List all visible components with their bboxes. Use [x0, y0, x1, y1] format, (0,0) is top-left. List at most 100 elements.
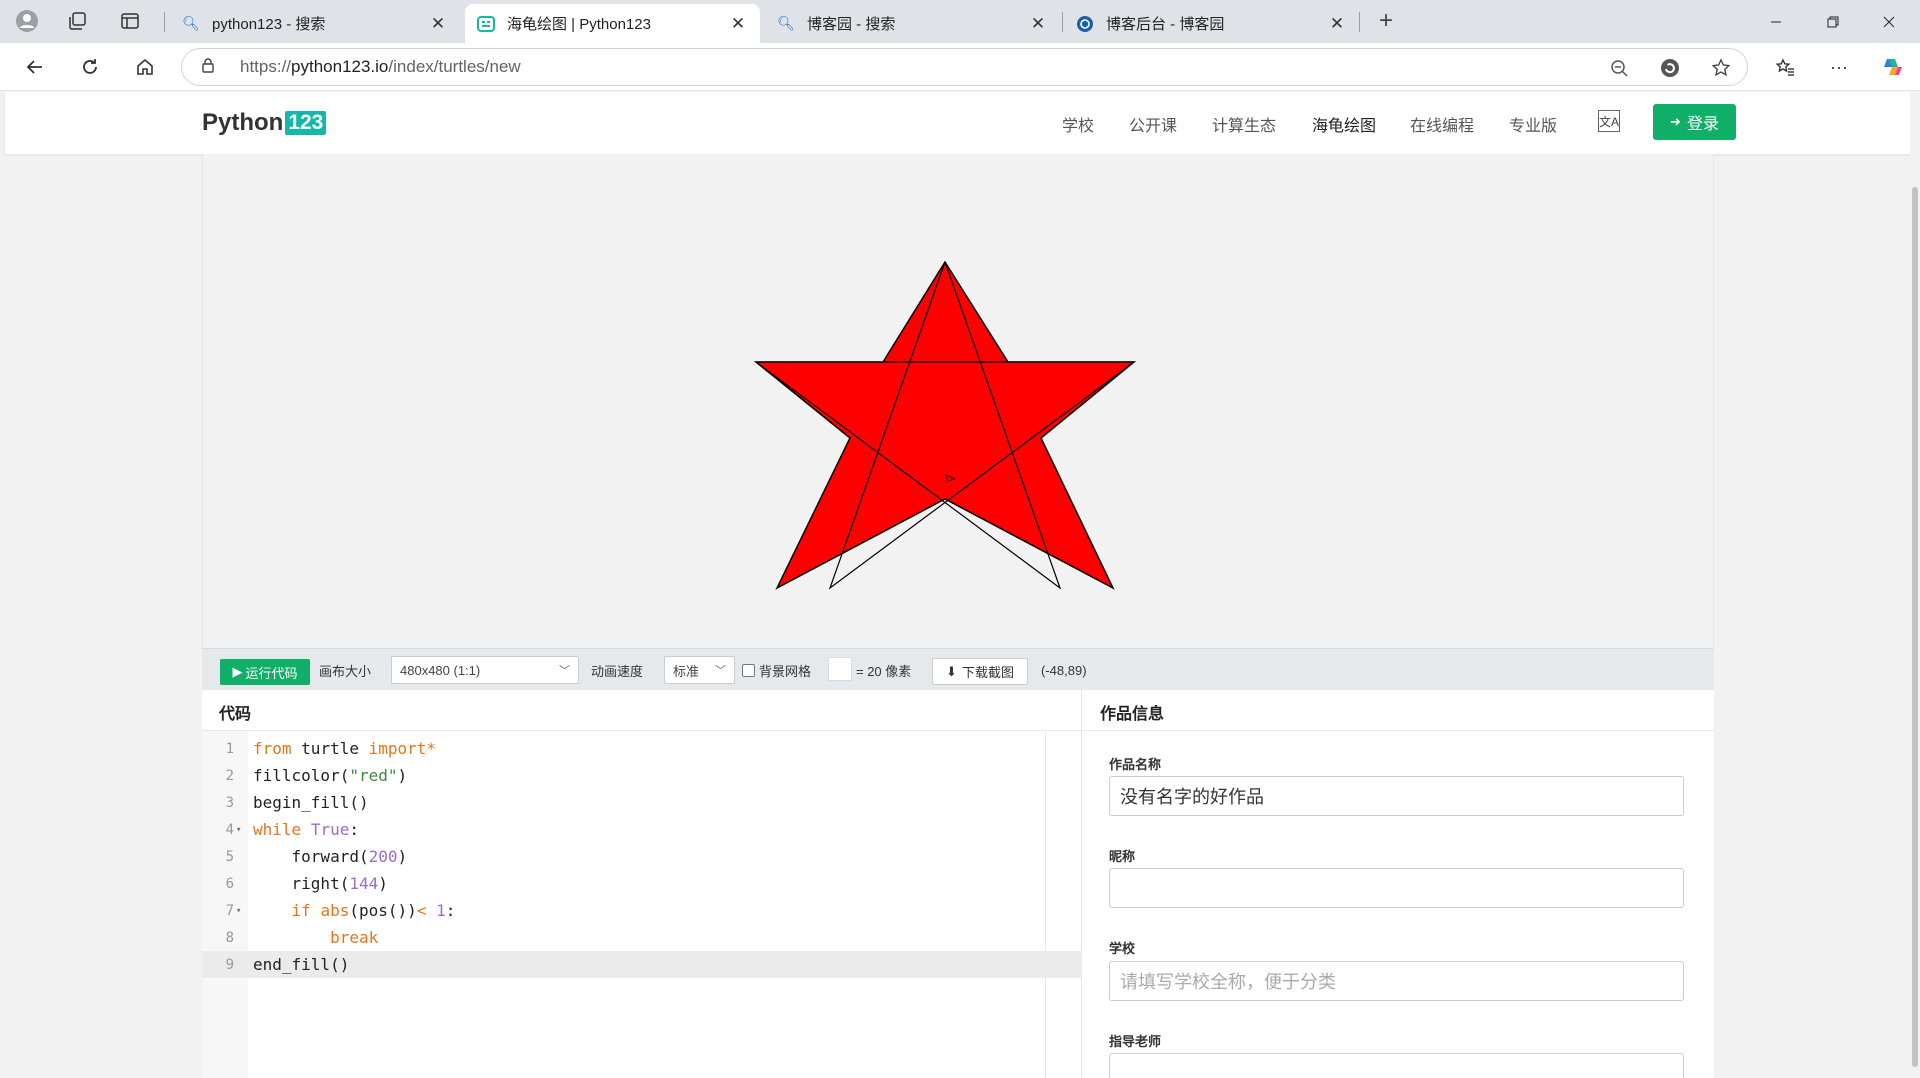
- lock-icon[interactable]: [188, 57, 228, 77]
- work-info-panel: 作品信息 作品名称 没有名字的好作品 昵称 学校 请填写学校全称，便于分类 指导…: [1082, 690, 1714, 1078]
- fold-toggle-icon[interactable]: ▾: [236, 825, 241, 835]
- code-line[interactable]: 8 break: [202, 924, 1082, 951]
- language-icon[interactable]: 文A: [1598, 110, 1620, 132]
- nav-school[interactable]: 学校: [1062, 112, 1094, 136]
- turtle-drawing-svg: [753, 260, 1137, 590]
- nav-turtle-drawing[interactable]: 海龟绘图: [1312, 112, 1376, 136]
- login-button[interactable]: ➜ 登录: [1653, 104, 1736, 140]
- line-number: 9: [225, 956, 234, 973]
- line-number: 8: [225, 929, 234, 946]
- page-viewport: Python 123 学校 公开课 计算生态 海龟绘图 在线编程 专业版 文A ➜…: [0, 92, 1920, 1078]
- tab-cnblogs-search[interactable]: 🔍︎ 博客园 - 搜索 ✕: [765, 4, 1060, 43]
- nav-open-course[interactable]: 公开课: [1129, 112, 1177, 136]
- code-text: right(144): [291, 874, 388, 893]
- download-icon: ⬇: [946, 663, 957, 679]
- zoom-out-icon[interactable]: [1604, 53, 1634, 83]
- close-icon[interactable]: ✕: [728, 14, 748, 34]
- nav-ecosystem[interactable]: 计算生态: [1212, 112, 1276, 136]
- nickname-label: 昵称: [1109, 849, 1136, 864]
- window-close-icon[interactable]: [1863, 0, 1915, 43]
- favorites-icon[interactable]: [1768, 51, 1802, 83]
- browser-essentials-icon[interactable]: [1655, 53, 1685, 83]
- code-text: break: [330, 928, 379, 947]
- tab-python123-search[interactable]: 🔍︎ python123 - 搜索 ✕: [170, 4, 460, 43]
- run-label: 运行代码: [245, 665, 298, 681]
- chevron-down-icon: ﹀: [715, 665, 726, 677]
- restore-icon[interactable]: [1807, 0, 1859, 43]
- nav-online-coding[interactable]: 在线编程: [1410, 112, 1474, 136]
- grid-toggle[interactable]: 背景网格: [742, 649, 811, 691]
- sign-in-icon: ➜: [1670, 114, 1681, 129]
- code-line[interactable]: 6 right(144): [202, 870, 1082, 897]
- copilot-icon[interactable]: [1876, 51, 1910, 83]
- tab-actions-icon[interactable]: [114, 6, 146, 36]
- refresh-icon[interactable]: [73, 51, 107, 83]
- grid-checkbox[interactable]: [742, 663, 755, 677]
- grid-unit-label: = 20 像素: [856, 663, 912, 679]
- code-panel-title: 代码: [202, 690, 1081, 731]
- code-text: end_fill(): [253, 955, 350, 974]
- code-text: fillcolor("red"): [253, 766, 408, 785]
- close-icon[interactable]: ✕: [1327, 14, 1347, 34]
- collections-icon[interactable]: [61, 6, 93, 36]
- url-bar[interactable]: https://python123.io/index/turtles/new: [181, 48, 1748, 86]
- nickname-input[interactable]: [1109, 868, 1684, 908]
- more-options-icon[interactable]: ···: [1822, 51, 1856, 83]
- login-label: 登录: [1686, 116, 1719, 133]
- teacher-label: 指导老师: [1109, 1034, 1162, 1049]
- code-line[interactable]: 4 ▾ while True:: [202, 816, 1082, 843]
- close-icon[interactable]: ✕: [1028, 14, 1048, 34]
- line-number: 3: [225, 794, 234, 811]
- nav-pro[interactable]: 专业版: [1509, 112, 1557, 136]
- page-scrollbar[interactable]: [1910, 92, 1920, 1078]
- logo-text: Python: [202, 109, 284, 136]
- favorite-star-icon[interactable]: [1706, 53, 1736, 83]
- code-line[interactable]: 2 fillcolor("red"): [202, 762, 1082, 789]
- work-name-input[interactable]: 没有名字的好作品: [1109, 776, 1684, 816]
- line-number: 5: [225, 848, 234, 865]
- run-code-button[interactable]: ▶ 运行代码: [220, 659, 310, 685]
- cursor-coordinates: (-48,89): [1041, 662, 1087, 678]
- teacher-input[interactable]: [1109, 1053, 1684, 1078]
- speed-value: 标准: [673, 663, 700, 679]
- canvas-size-select[interactable]: 480x480 (1:1) ﹀: [391, 656, 579, 684]
- new-tab-icon[interactable]: +: [1370, 6, 1402, 36]
- code-editor[interactable]: 1 from turtle import* 2 fillcolor("red") 3 be…: [202, 735, 1082, 978]
- code-line[interactable]: 1 from turtle import*: [202, 735, 1082, 762]
- tab-turtle-drawing[interactable]: 海龟绘图 | Python123 ✕: [465, 4, 760, 43]
- cnblogs-favicon-icon: [1076, 15, 1094, 33]
- minimize-icon[interactable]: [1750, 0, 1802, 43]
- code-line[interactable]: 3 begin_fill(): [202, 789, 1082, 816]
- profile-icon[interactable]: [11, 6, 43, 36]
- work-name-label: 作品名称: [1109, 757, 1162, 772]
- grid-label: 背景网格: [759, 663, 812, 679]
- red-star-shape: [753, 260, 1137, 590]
- canvas-size-value: 480x480 (1:1): [400, 662, 481, 678]
- tab-cnblogs-admin[interactable]: 博客后台 - 博客园 ✕: [1064, 4, 1359, 43]
- logo-badge: 123: [285, 111, 327, 135]
- code-line[interactable]: 9 end_fill(): [202, 951, 1082, 978]
- home-icon[interactable]: [128, 51, 162, 83]
- school-input[interactable]: 请填写学校全称，便于分类: [1109, 961, 1684, 1001]
- tab-label: python123 - 搜索: [212, 16, 326, 33]
- canvas-toolbar: ▶ 运行代码 画布大小 480x480 (1:1) ﹀ 动画速度 标准 ﹀ 背景网…: [202, 648, 1714, 690]
- fold-toggle-icon[interactable]: ▾: [236, 906, 241, 916]
- line-number: 6: [225, 875, 234, 892]
- grid-color-swatch[interactable]: [828, 657, 852, 681]
- code-line[interactable]: 5 forward(200): [202, 843, 1082, 870]
- close-icon[interactable]: ✕: [428, 14, 448, 34]
- search-icon: 🔍︎: [777, 15, 795, 31]
- back-arrow-icon[interactable]: [18, 51, 52, 83]
- school-label: 学校: [1109, 941, 1136, 956]
- turtle-canvas[interactable]: [202, 154, 1714, 648]
- site-header: Python 123 学校 公开课 计算生态 海龟绘图 在线编程 专业版 文A ➜…: [5, 92, 1910, 154]
- code-panel: 代码 1 from turtle import* 2 fillcolor("red")…: [202, 690, 1082, 1078]
- code-text: from turtle import*: [253, 739, 437, 758]
- code-line[interactable]: 7 ▾ if abs(pos())< 1:: [202, 897, 1082, 924]
- browser-tab-bar: 🔍︎ python123 - 搜索 ✕ 海龟绘图 | Python123 ✕ 🔍…: [0, 0, 1920, 43]
- download-screenshot-button[interactable]: ⬇ 下载截图: [932, 658, 1028, 685]
- speed-select[interactable]: 标准 ﹀: [664, 656, 735, 684]
- site-logo[interactable]: Python 123: [202, 109, 327, 137]
- scrollbar-thumb[interactable]: [1912, 187, 1918, 1067]
- code-text: begin_fill(): [253, 793, 369, 812]
